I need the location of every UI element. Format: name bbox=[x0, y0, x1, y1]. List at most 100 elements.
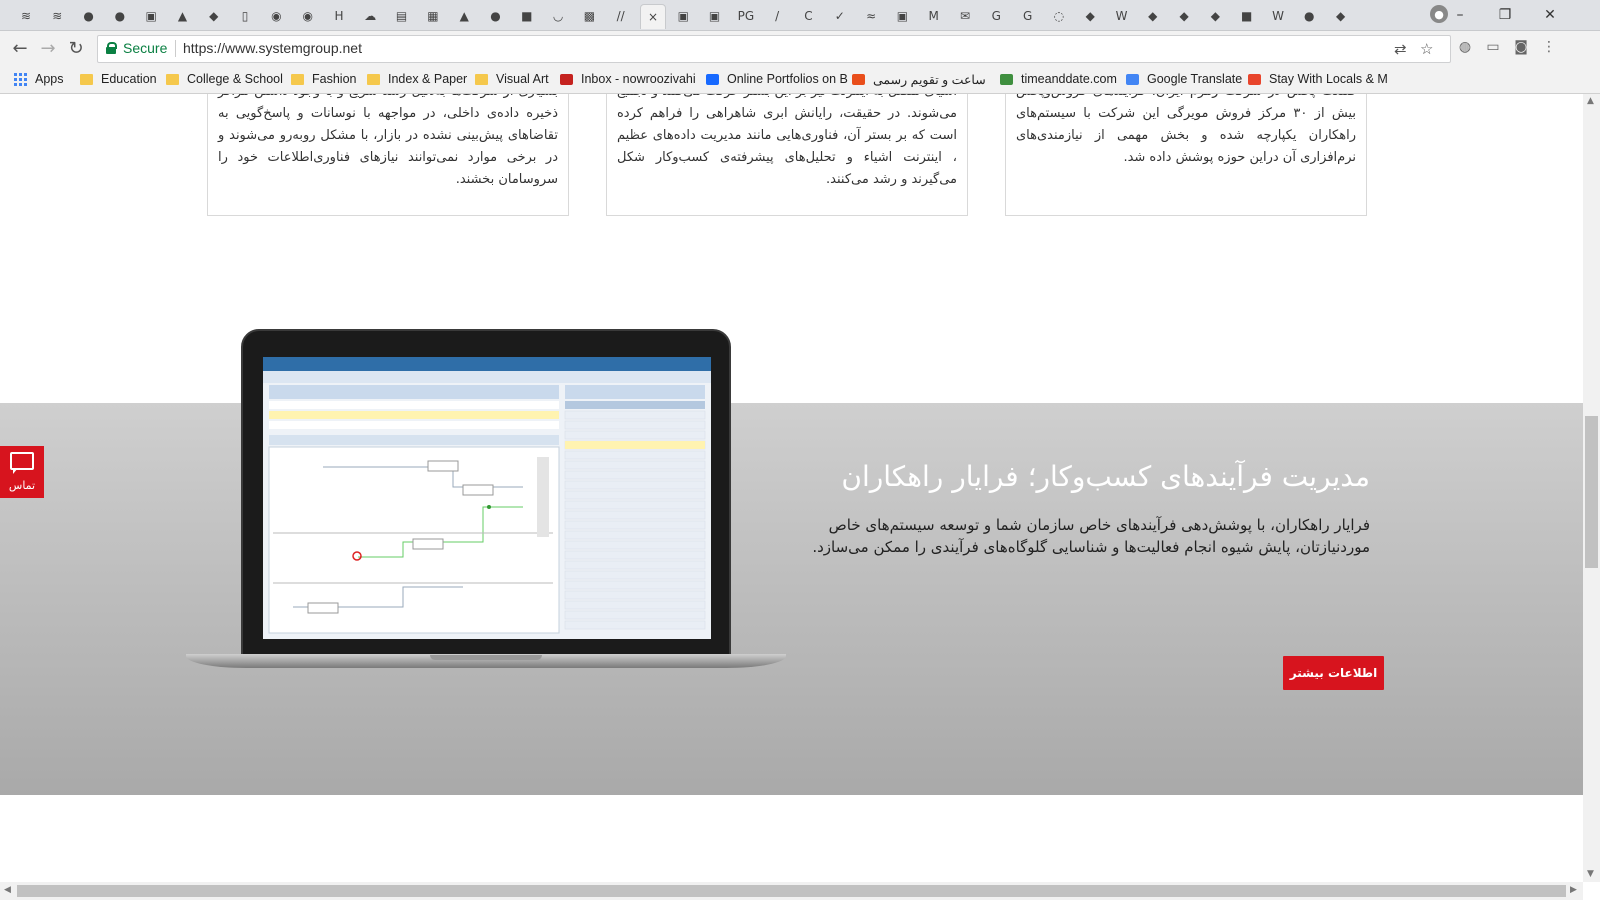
scroll-down-icon[interactable]: ▼ bbox=[1587, 869, 1594, 879]
browser-tab[interactable]: H bbox=[327, 4, 351, 28]
secure-label: Secure bbox=[123, 40, 168, 56]
bookmark-star-icon[interactable]: ☆ bbox=[1420, 40, 1433, 58]
browser-tab[interactable]: ◆ bbox=[1172, 4, 1196, 28]
browser-tab[interactable]: ◆ bbox=[1329, 4, 1353, 28]
behance-icon bbox=[706, 73, 719, 85]
browser-tab[interactable]: ◆ bbox=[1203, 4, 1227, 28]
close-window-button[interactable]: ✕ bbox=[1530, 2, 1570, 28]
bookmark-item[interactable]: Visual Art bbox=[475, 70, 549, 88]
browser-tab[interactable]: PG bbox=[734, 4, 758, 28]
horizontal-scroll-thumb[interactable] bbox=[17, 885, 1566, 897]
apps-grid-icon bbox=[14, 72, 27, 86]
browser-tab[interactable]: ● bbox=[484, 4, 508, 28]
scroll-up-icon[interactable]: ▲ bbox=[1587, 96, 1594, 106]
browser-tab[interactable]: ▲ bbox=[452, 4, 476, 28]
browser-tab[interactable]: ■ bbox=[515, 4, 539, 28]
browser-tab[interactable]: G bbox=[1016, 4, 1040, 28]
browser-tab[interactable]: ● bbox=[77, 4, 101, 28]
browser-tab[interactable]: G bbox=[984, 4, 1008, 28]
browser-tab[interactable]: ✉ bbox=[953, 4, 977, 28]
browser-tab[interactable]: ◆ bbox=[202, 4, 226, 28]
browser-tab[interactable]: ▯ bbox=[233, 4, 257, 28]
forward-icon[interactable]: → bbox=[36, 37, 60, 59]
bookmark-item[interactable]: timeanddate.com bbox=[1000, 70, 1117, 88]
browser-tab[interactable]: ≋ bbox=[45, 4, 69, 28]
browser-tab[interactable]: C bbox=[797, 4, 821, 28]
vertical-scroll-thumb[interactable] bbox=[1585, 416, 1598, 568]
card-text: بسیاری از شرکت‌ها به‌دلیل رشد سریع و با … bbox=[218, 94, 558, 187]
url-text[interactable]: https://www.systemgroup.net bbox=[183, 40, 362, 56]
gmail-icon bbox=[560, 73, 573, 85]
card-text: اشیای متصل به اینترنت نیز بر این بستر حر… bbox=[617, 94, 957, 187]
bookmark-item[interactable]: Index & Paper bbox=[367, 70, 467, 88]
browser-tab[interactable]: ▣ bbox=[703, 4, 727, 28]
software-screenshot bbox=[263, 357, 711, 639]
browser-tab[interactable]: ● bbox=[108, 4, 132, 28]
browser-tab[interactable]: ✓ bbox=[828, 4, 852, 28]
app-screenshot-image bbox=[263, 357, 711, 634]
bookmark-label: ساعت و تقویم رسمی bbox=[873, 72, 986, 87]
browser-tab[interactable]: ◡ bbox=[546, 4, 570, 28]
folder-icon bbox=[291, 73, 304, 85]
browser-tab[interactable]: ▣ bbox=[139, 4, 163, 28]
browser-tab[interactable]: ▣ bbox=[890, 4, 914, 28]
hero-description: فرایار راهکاران، با پوشش‌دهی فرآیندهای خ… bbox=[812, 516, 1370, 556]
bookmark-item[interactable]: Stay With Locals & M bbox=[1248, 70, 1388, 88]
browser-tab[interactable]: / bbox=[765, 4, 789, 28]
browser-tab[interactable]: ≈ bbox=[859, 4, 883, 28]
browser-tab[interactable]: ▤ bbox=[390, 4, 414, 28]
page-viewport: بسیاری از شرکت‌ها به‌دلیل رشد سریع و با … bbox=[0, 94, 1583, 882]
scroll-right-icon[interactable]: ▶ bbox=[1570, 885, 1577, 895]
browser-tab[interactable]: ◆ bbox=[1078, 4, 1102, 28]
vertical-scrollbar[interactable]: ▲ ▼ bbox=[1583, 94, 1600, 882]
horizontal-scrollbar[interactable]: ◀ ▶ bbox=[0, 882, 1583, 900]
bookmark-item[interactable]: Inbox - nowroozivahi bbox=[560, 70, 696, 88]
bookmark-label: College & School bbox=[187, 72, 283, 86]
back-icon[interactable]: ← bbox=[8, 37, 32, 59]
extension-cast-icon[interactable]: ▭ bbox=[1484, 38, 1502, 56]
contact-label: تماس bbox=[8, 479, 36, 492]
bookmark-label: Online Portfolios on B bbox=[727, 72, 848, 86]
browser-tab[interactable]: ▩ bbox=[577, 4, 601, 28]
active-tab[interactable]: × bbox=[640, 4, 666, 29]
extension-camera-icon[interactable]: ◙ bbox=[1512, 38, 1530, 56]
bookmark-item[interactable]: Google Translate bbox=[1126, 70, 1242, 88]
extension-globe-icon[interactable]: ◍ bbox=[1456, 38, 1474, 56]
bookmark-label: Visual Art bbox=[496, 72, 549, 86]
bookmark-item[interactable]: Fashion bbox=[291, 70, 356, 88]
card-text: صنعت پخش در شرکت زمزم ایران، فرایندهای ف… bbox=[1016, 94, 1356, 165]
browser-tab[interactable]: ◆ bbox=[1141, 4, 1165, 28]
folder-icon bbox=[475, 73, 488, 85]
address-bar[interactable]: Secure https://www.systemgroup.net ⇄ ☆ bbox=[97, 35, 1451, 63]
reload-icon[interactable]: ↻ bbox=[64, 37, 88, 59]
more-info-button[interactable]: اطلاعات بیشتر bbox=[1283, 656, 1384, 690]
menu-icon[interactable]: ⋮ bbox=[1540, 38, 1558, 56]
browser-tab[interactable]: ▦ bbox=[421, 4, 445, 28]
browser-tab[interactable]: ◉ bbox=[264, 4, 288, 28]
bookmark-item[interactable]: College & School bbox=[166, 70, 283, 88]
bookmark-item[interactable]: Online Portfolios on B bbox=[706, 70, 848, 88]
browser-tab[interactable]: ☁ bbox=[358, 4, 382, 28]
browser-tab[interactable]: // bbox=[609, 4, 633, 28]
browser-tab[interactable]: ◉ bbox=[296, 4, 320, 28]
scroll-left-icon[interactable]: ◀ bbox=[4, 885, 11, 895]
bookmark-item[interactable]: Apps bbox=[14, 70, 64, 88]
browser-tab[interactable]: ◌ bbox=[1047, 4, 1071, 28]
minimize-button[interactable]: – bbox=[1440, 2, 1480, 28]
browser-tab[interactable]: W bbox=[1266, 4, 1290, 28]
browser-tab[interactable]: ● bbox=[1297, 4, 1321, 28]
bookmark-item[interactable]: ساعت و تقویم رسمی bbox=[852, 70, 986, 88]
translate-page-icon[interactable]: ⇄ bbox=[1394, 40, 1407, 58]
browser-tab[interactable]: ■ bbox=[1235, 4, 1259, 28]
browser-tab[interactable]: M bbox=[922, 4, 946, 28]
time-ir-icon bbox=[852, 73, 865, 85]
translate-icon bbox=[1126, 73, 1139, 85]
contact-button[interactable]: تماس bbox=[0, 446, 44, 498]
browser-tab[interactable]: ≋ bbox=[14, 4, 38, 28]
browser-tab[interactable]: W bbox=[1110, 4, 1134, 28]
browser-tab[interactable]: ▣ bbox=[671, 4, 695, 28]
bookmark-item[interactable]: Education bbox=[80, 70, 157, 88]
restore-button[interactable]: ❐ bbox=[1485, 2, 1525, 28]
laptop-notch bbox=[430, 655, 542, 660]
browser-tab[interactable]: ▲ bbox=[171, 4, 195, 28]
